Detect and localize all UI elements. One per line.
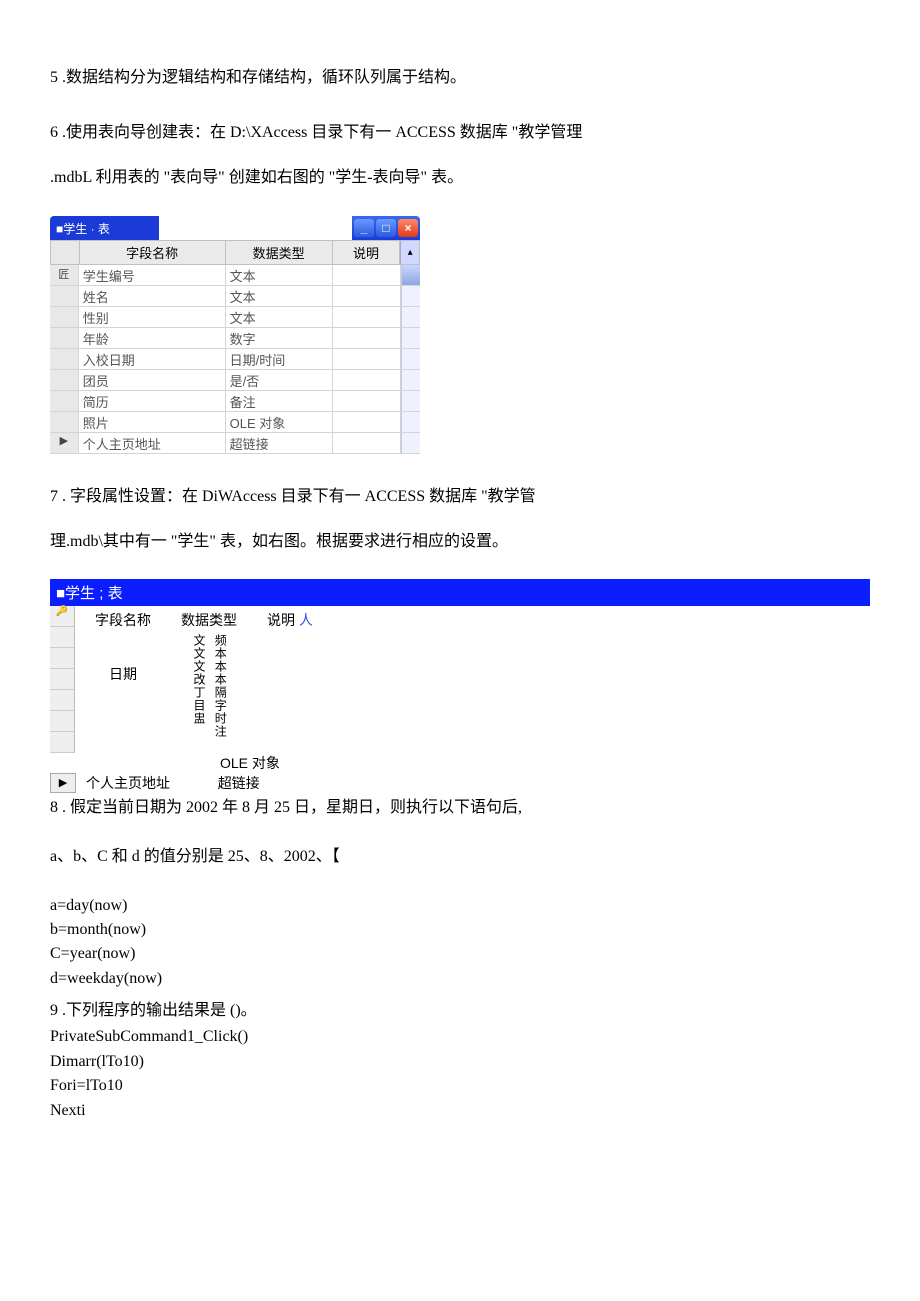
code-line: Dimarr(lTo10) — [50, 1051, 870, 1073]
field-desc — [333, 286, 401, 307]
window-titlebar: ■学生 · 表 _ □ × — [50, 216, 420, 240]
scrollbar-track[interactable] — [401, 433, 420, 454]
scrollbar-track[interactable] — [401, 328, 420, 349]
field-type: 文本 — [226, 307, 334, 328]
field-type-hyperlink: 超链接 — [218, 775, 260, 791]
table-row: 照片OLE 对象 — [50, 412, 420, 433]
window-title: ■学生 · 表 — [50, 216, 159, 240]
code-line: PrivateSubCommand1_Click() — [50, 1026, 870, 1048]
scrollbar-track[interactable] — [401, 349, 420, 370]
code-line: d=weekday(now) — [50, 968, 870, 990]
row-selector — [50, 391, 79, 412]
col-header-type-2: 数据类型 — [181, 610, 237, 630]
datatype-vertical-right: 频本本本隔字时注 — [213, 634, 226, 738]
col-header-desc-2: 说明 — [267, 612, 295, 628]
field-type: 文本 — [226, 286, 334, 307]
question-7-line1: 7 . 字段属性设置：在 DiWAccess 目录下有一 ACCESS 数据库 … — [50, 479, 870, 514]
question-6-line1: 6 .使用表向导创建表：在 D:\XAccess 目录下有一 ACCESS 数据… — [50, 115, 870, 150]
table2-ole-row: OLE 对象 — [50, 753, 870, 773]
table-row: ▶个人主页地址超链接 — [50, 433, 420, 454]
field-name: 照片 — [79, 412, 226, 433]
row-selector — [50, 286, 79, 307]
row-selector: 匠 — [50, 265, 79, 286]
access-table-window-1: ■学生 · 表 _ □ × 字段名称 数据类型 说明 ▴ 匠学生编号文本姓名文本… — [50, 216, 420, 454]
table-row: 简历备注 — [50, 391, 420, 412]
datatype-vertical-left: 文文文改丁目盅 — [192, 634, 205, 738]
maximize-icon[interactable]: □ — [376, 219, 396, 237]
table-row: 性别文本 — [50, 307, 420, 328]
field-type: 日期/时间 — [226, 349, 334, 370]
window-title-2: ■学生 ; 表 — [50, 579, 870, 606]
question-8-line1: 8 . 假定当前日期为 2002 年 8 月 25 日，星期日，则执行以下语句后… — [50, 797, 870, 819]
field-type: 备注 — [226, 391, 334, 412]
code-line: Nexti — [50, 1100, 870, 1122]
access-table-window-2: ■学生 ; 表 🔑 字段名称 日期 数据类型 — [50, 579, 870, 793]
field-name: 简历 — [79, 391, 226, 412]
field-desc — [333, 412, 401, 433]
field-desc — [333, 433, 401, 454]
table-row: 匠学生编号文本 — [50, 265, 420, 286]
field-desc — [333, 349, 401, 370]
scrollbar-track[interactable] — [401, 391, 420, 412]
scrollbar-track[interactable] — [401, 307, 420, 328]
col-header-type: 数据类型 — [226, 241, 333, 264]
field-type: 是/否 — [226, 370, 334, 391]
question-8-line2: a、b、C 和 d 的值分别是 25、8、2002、【 — [50, 839, 870, 874]
field-name-date: 日期 — [109, 664, 137, 684]
scrollbar-track[interactable] — [401, 286, 420, 307]
question-6-line2: .mdbL 利用表的 "表向导" 创建如右图的 "学生-表向导" 表。 — [50, 160, 870, 195]
col-header-desc: 说明 — [333, 241, 401, 264]
field-name: 年龄 — [79, 328, 226, 349]
minimize-icon[interactable]: _ — [354, 219, 374, 237]
row-selector — [50, 370, 79, 391]
field-name: 个人主页地址 — [79, 433, 226, 454]
row-selector: ▶ — [50, 433, 79, 454]
scrollbar-track[interactable] — [401, 412, 420, 433]
current-row-indicator-icon: ▶ — [50, 773, 76, 793]
scrollbar-track[interactable] — [401, 265, 420, 286]
table-row: 年龄数字 — [50, 328, 420, 349]
table-row: 团员是/否 — [50, 370, 420, 391]
table-row: 入校日期日期/时间 — [50, 349, 420, 370]
code-line: a=day(now) — [50, 895, 870, 917]
key-icon: 🔑 — [50, 606, 74, 627]
row-selector — [50, 349, 79, 370]
field-desc — [333, 391, 401, 412]
code-line: b=month(now) — [50, 919, 870, 941]
row-selector — [50, 328, 79, 349]
code-line: C=year(now) — [50, 943, 870, 965]
field-desc — [333, 370, 401, 391]
field-name: 学生编号 — [79, 265, 226, 286]
row-selector — [50, 412, 79, 433]
question-5: 5 .数据结构分为逻辑结构和存储结构，循环队列属于结构。 — [50, 60, 870, 95]
question-9-line1: 9 .下列程序的输出结果是 ()。 — [50, 1000, 870, 1022]
table-header-row: 字段名称 数据类型 说明 ▴ — [50, 240, 420, 265]
field-type: OLE 对象 — [226, 412, 334, 433]
field-desc — [333, 307, 401, 328]
field-desc — [333, 328, 401, 349]
scrollbar-track[interactable] — [401, 370, 420, 391]
table-row: 姓名文本 — [50, 286, 420, 307]
row-selector-column: 🔑 — [50, 606, 75, 753]
col-header-desc-char: 人 — [299, 612, 313, 628]
scroll-up-icon[interactable]: ▴ — [400, 241, 419, 264]
window-controls: _ □ × — [352, 216, 420, 240]
col-header-name-2: 字段名称 — [95, 610, 151, 630]
close-icon[interactable]: × — [398, 219, 418, 237]
field-name-homepage: 个人主页地址 — [86, 775, 170, 791]
field-name: 团员 — [79, 370, 226, 391]
field-type: 超链接 — [226, 433, 334, 454]
field-name: 性别 — [79, 307, 226, 328]
field-name: 姓名 — [79, 286, 226, 307]
question-7-line2: 理.mdb\其中有一 "学生" 表，如右图。根据要求进行相应的设置。 — [50, 524, 870, 559]
field-type: 文本 — [226, 265, 334, 286]
field-desc — [333, 265, 401, 286]
field-name: 入校日期 — [79, 349, 226, 370]
field-type: 数字 — [226, 328, 334, 349]
col-header-name: 字段名称 — [80, 241, 226, 264]
row-selector — [50, 307, 79, 328]
code-line: Fori=lTo10 — [50, 1075, 870, 1097]
